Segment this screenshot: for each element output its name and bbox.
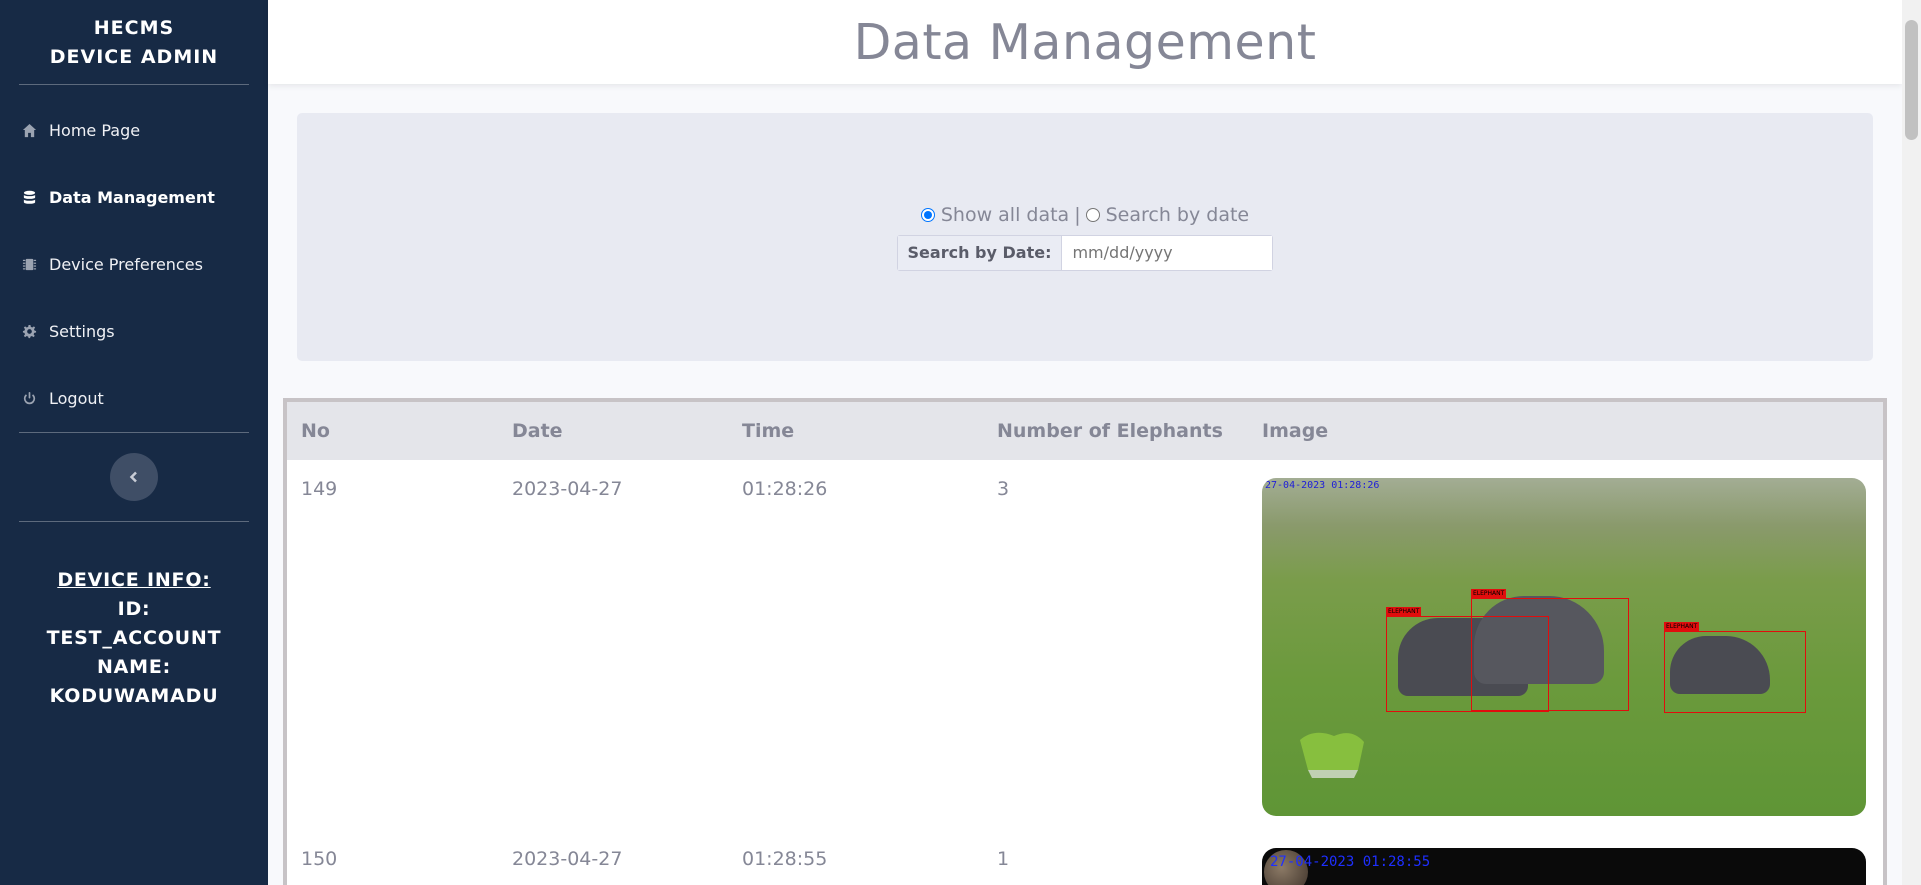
- home-icon: [21, 122, 38, 139]
- cell-no: 150: [301, 848, 338, 870]
- database-icon: [21, 189, 38, 206]
- image-timestamp: 27-04-2023 01:28:55: [1270, 854, 1431, 870]
- date-search-group: Search by Date:: [896, 234, 1274, 271]
- table-header-row: No Date Time Number of Elephants Image: [287, 402, 1883, 460]
- brand-line-2: DEVICE ADMIN: [49, 46, 219, 68]
- date-input[interactable]: [1062, 235, 1273, 270]
- sidebar-item-label: Settings: [49, 322, 115, 341]
- device-info-heading: DEVICE INFO:: [57, 569, 211, 591]
- sidebar-item-logout[interactable]: Logout: [0, 365, 268, 432]
- cell-image: 27-04-2023 01:28:26 ELEPHANT ELEPHANT EL…: [1248, 460, 1883, 830]
- sidebar-item-label: Logout: [49, 389, 104, 408]
- sidebar-toggle-button[interactable]: [110, 453, 158, 501]
- column-header-time[interactable]: Time: [728, 402, 983, 460]
- power-icon: [21, 390, 38, 407]
- sidebar-item-label: Data Management: [49, 188, 215, 207]
- column-header-no[interactable]: No: [287, 402, 498, 460]
- detection-box: ELEPHANT: [1664, 622, 1806, 713]
- detection-image[interactable]: 27-04-2023 01:28:55: [1262, 848, 1866, 885]
- device-id-value: TEST_ACCOUNT: [46, 627, 222, 649]
- cell-time: 01:28:26: [742, 478, 828, 500]
- sidebar-item-data-management[interactable]: Data Management: [0, 164, 268, 231]
- watermark-logo: [1300, 732, 1364, 778]
- cell-no: 149: [301, 478, 338, 500]
- device-info: DEVICE INFO: ID: TEST_ACCOUNT NAME: KODU…: [0, 522, 268, 711]
- table-row: 150 2023-04-27 01:28:55 1 27-04-2023 01:…: [287, 830, 1883, 885]
- cell-date: 2023-04-27: [512, 848, 623, 870]
- option-separator: |: [1074, 203, 1081, 226]
- brand-line-1: HECMS: [93, 17, 175, 39]
- topbar: Data Management: [268, 0, 1902, 84]
- show-all-label[interactable]: Show all data: [941, 204, 1069, 226]
- data-table-container: No Date Time Number of Elephants Image 1…: [283, 398, 1887, 885]
- detection-box: ELEPHANT: [1471, 589, 1629, 711]
- show-all-radio[interactable]: [920, 207, 935, 222]
- brand[interactable]: HECMS DEVICE ADMIN: [0, 0, 268, 84]
- detection-label: ELEPHANT: [1471, 589, 1507, 598]
- scrollbar-thumb[interactable]: [1905, 20, 1918, 140]
- sidebar-item-label: Device Preferences: [49, 255, 203, 274]
- column-header-date[interactable]: Date: [498, 402, 728, 460]
- sidebar-item-label: Home Page: [49, 121, 141, 140]
- filter-options: Show all data | Search by date: [920, 203, 1250, 226]
- data-table: No Date Time Number of Elephants Image 1…: [287, 402, 1883, 885]
- date-search-label: Search by Date:: [897, 235, 1063, 270]
- sidebar: HECMS DEVICE ADMIN Home Page Data Manage…: [0, 0, 268, 885]
- sidebar-nav: Home Page Data Management Device Prefere…: [0, 85, 268, 432]
- microchip-icon: [21, 256, 38, 273]
- cell-time: 01:28:55: [742, 848, 828, 870]
- image-timestamp: 27-04-2023 01:28:26: [1265, 480, 1380, 491]
- cell-date: 2023-04-27: [512, 478, 623, 500]
- gear-icon: [21, 323, 38, 340]
- detection-label: ELEPHANT: [1386, 607, 1422, 616]
- chevron-left-icon: [129, 471, 137, 483]
- sidebar-item-device-preferences[interactable]: Device Preferences: [0, 231, 268, 298]
- search-by-date-radio[interactable]: [1085, 207, 1100, 222]
- page-scrollbar[interactable]: [1902, 0, 1921, 885]
- device-id-label: ID:: [117, 598, 151, 620]
- page-title: Data Management: [853, 13, 1317, 71]
- cell-image: 27-04-2023 01:28:55: [1248, 830, 1883, 885]
- device-name-value: KODUWAMADU: [49, 685, 219, 707]
- column-header-elephants[interactable]: Number of Elephants: [983, 402, 1248, 460]
- search-by-date-label[interactable]: Search by date: [1106, 204, 1250, 226]
- detection-image[interactable]: 27-04-2023 01:28:26 ELEPHANT ELEPHANT EL…: [1262, 478, 1866, 816]
- sidebar-toggle-area: [0, 433, 268, 521]
- column-header-image[interactable]: Image: [1248, 402, 1883, 460]
- cell-elephant-count: 3: [997, 478, 1010, 500]
- sidebar-item-home[interactable]: Home Page: [0, 97, 268, 164]
- filter-panel: Show all data | Search by date Search by…: [297, 113, 1873, 361]
- cell-elephant-count: 1: [997, 848, 1010, 870]
- table-row: 149 2023-04-27 01:28:26 3 27-04-2023 01:…: [287, 460, 1883, 830]
- device-name-label: NAME:: [96, 656, 172, 678]
- sidebar-item-settings[interactable]: Settings: [0, 298, 268, 365]
- detection-label: ELEPHANT: [1664, 622, 1700, 631]
